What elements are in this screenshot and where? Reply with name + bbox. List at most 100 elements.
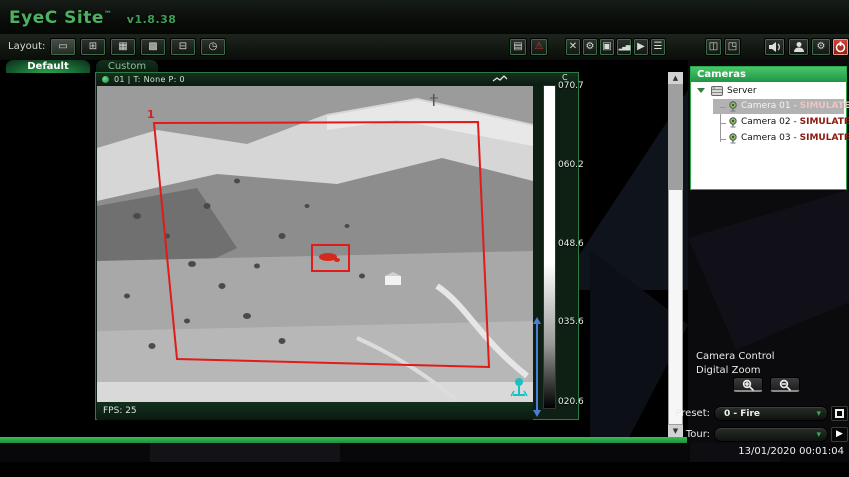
tree-item-camera-02[interactable]: Camera 02 - SIMULATE bbox=[691, 115, 846, 130]
vertical-scrollbar[interactable]: ▲ ▼ bbox=[668, 72, 683, 437]
camera-mode: SIMULATE bbox=[800, 133, 849, 143]
settings-button[interactable]: ⚙ bbox=[811, 38, 831, 56]
layout-sequence-button[interactable]: ◷ bbox=[200, 38, 226, 56]
app-name: EyeC Site bbox=[9, 8, 104, 28]
camera-tree: Server Camera 01 - SIMULATE bbox=[691, 82, 846, 189]
preset-label: Preset: bbox=[666, 408, 710, 419]
stream-status-icon bbox=[102, 76, 109, 83]
layout-4x4-icon: ▩ bbox=[148, 39, 157, 55]
temperature-range-indicator[interactable] bbox=[533, 317, 541, 417]
scale-tick: 048.6 bbox=[558, 239, 584, 249]
maximize-icon: ◳ bbox=[728, 39, 737, 55]
audio-button[interactable] bbox=[764, 38, 785, 56]
zoom-out-button[interactable] bbox=[770, 377, 800, 392]
alarm-icon: ⚠ bbox=[535, 39, 544, 55]
camera-name: Camera 03 - bbox=[741, 133, 800, 143]
tree-connector bbox=[720, 107, 726, 108]
thermal-image: 1 bbox=[97, 86, 533, 402]
preset-dropdown[interactable]: 0 - Fire ▾ bbox=[714, 406, 828, 421]
app-version: v1.8.38 bbox=[127, 13, 177, 26]
settings-tools-button[interactable]: ⚙ bbox=[582, 38, 598, 56]
digital-zoom-label: Digital Zoom bbox=[696, 365, 760, 376]
layout-2x2-button[interactable]: ⊞ bbox=[80, 38, 106, 56]
app-logo: EyeC Site™ v1.8.38 bbox=[9, 8, 176, 28]
tour-play-button[interactable]: ▶ bbox=[831, 427, 848, 442]
user-button[interactable] bbox=[788, 38, 809, 56]
tab-default-label: Default bbox=[27, 61, 69, 72]
camera-name: Camera 02 - bbox=[741, 117, 800, 127]
cameras-panel-title: Cameras bbox=[691, 67, 846, 82]
layout-custom-icon: ⊟ bbox=[179, 39, 187, 55]
video-wall-icon: ▶ bbox=[637, 39, 645, 55]
main-toolbar: Layout: ▭ ⊞ ▦ ▩ ⊟ ◷ ▤ ⚠ ✕ ⚙ ▣ ▂▄▆ ▶ ☰ ◫ … bbox=[0, 34, 849, 60]
speaker-icon bbox=[768, 41, 782, 53]
zoom-out-icon bbox=[779, 379, 792, 391]
application-window: EyeC Site™ v1.8.38 Layout: ▭ ⊞ ▦ ▩ ⊟ ◷ ▤… bbox=[0, 0, 849, 477]
video-status-text: 01 | T: None P: 0 bbox=[114, 75, 185, 84]
ptz-setup-icon: ✕ bbox=[569, 39, 577, 55]
power-icon bbox=[835, 41, 846, 53]
tree-connector bbox=[720, 139, 726, 140]
layout-4x4-button[interactable]: ▩ bbox=[140, 38, 166, 56]
thermal-video-view[interactable]: 1 bbox=[97, 86, 533, 402]
tree-item-camera-01[interactable]: Camera 01 - SIMULATE bbox=[691, 99, 846, 114]
gear-icon: ⚙ bbox=[586, 39, 595, 55]
split-view-button[interactable]: ◫ bbox=[705, 38, 722, 56]
scale-tick: 020.6 bbox=[558, 397, 584, 407]
server-label: Server bbox=[727, 84, 757, 99]
video-cell: 01 | T: None P: 0 bbox=[95, 72, 579, 420]
layout-3x3-button[interactable]: ▦ bbox=[110, 38, 136, 56]
tab-custom-label: Custom bbox=[108, 61, 146, 72]
tree-item-camera-03[interactable]: Camera 03 - SIMULATE bbox=[691, 131, 846, 146]
video-wall-button[interactable]: ▶ bbox=[633, 38, 649, 56]
fps-value: FPS: 25 bbox=[103, 406, 137, 416]
tree-connector bbox=[720, 123, 726, 124]
database-button[interactable]: ☰ bbox=[650, 38, 666, 56]
tour-dropdown[interactable]: ▾ bbox=[714, 427, 828, 442]
scale-tick: 070.7 bbox=[558, 81, 584, 91]
preset-stop-button[interactable] bbox=[831, 406, 848, 421]
chevron-down-icon: ▾ bbox=[816, 407, 821, 421]
trademark: ™ bbox=[104, 9, 113, 18]
zoom-in-button[interactable] bbox=[733, 377, 763, 392]
camera-name: Camera 01 - bbox=[741, 101, 800, 111]
recorder-button[interactable]: ▣ bbox=[599, 38, 615, 56]
gear-icon: ⚙ bbox=[817, 39, 826, 55]
clock-icon: ◷ bbox=[209, 39, 218, 55]
layout-2x2-icon: ⊞ bbox=[89, 39, 97, 55]
report-icon: ▤ bbox=[513, 39, 522, 55]
zone-number-label: 1 bbox=[147, 108, 155, 121]
layout-single-button[interactable]: ▭ bbox=[50, 38, 76, 56]
scale-tick: 035.6 bbox=[558, 317, 584, 327]
background-pattern bbox=[150, 443, 340, 462]
scroll-up-icon[interactable]: ▲ bbox=[668, 72, 683, 84]
ptz-setup-button[interactable]: ✕ bbox=[565, 38, 581, 56]
tree-item-server[interactable]: Server bbox=[691, 84, 846, 99]
database-icon: ☰ bbox=[654, 39, 663, 55]
camera-icon bbox=[728, 133, 738, 150]
layout-custom-button[interactable]: ⊟ bbox=[170, 38, 196, 56]
statistics-button[interactable]: ▂▄▆ bbox=[616, 38, 632, 56]
fps-bar: FPS: 25 bbox=[97, 402, 533, 420]
video-header: 01 | T: None P: 0 bbox=[96, 73, 578, 86]
datetime-display: 13/01/2020 00:01:04 bbox=[738, 446, 844, 457]
maximize-button[interactable]: ◳ bbox=[724, 38, 741, 56]
status-bar: 13/01/2020 00:01:04 bbox=[0, 443, 849, 462]
pan-zoom-icon[interactable] bbox=[492, 74, 508, 85]
collapse-icon[interactable] bbox=[697, 88, 705, 93]
title-bar: EyeC Site™ v1.8.38 bbox=[0, 0, 849, 34]
scrollbar-thumb[interactable] bbox=[669, 190, 682, 424]
tab-default[interactable]: Default bbox=[6, 60, 90, 73]
layout-3x3-icon: ▦ bbox=[118, 39, 127, 55]
recorder-icon: ▣ bbox=[602, 39, 611, 55]
report-button[interactable]: ▤ bbox=[509, 38, 527, 56]
user-icon bbox=[793, 41, 805, 53]
power-button[interactable] bbox=[832, 38, 849, 56]
camera-mode: SIMULATE bbox=[800, 101, 849, 111]
right-panel: Cameras Server bbox=[688, 60, 849, 443]
alarm-button[interactable]: ⚠ bbox=[530, 38, 548, 56]
scale-tick: 060.2 bbox=[558, 160, 584, 170]
camera-mode: SIMULATE bbox=[800, 117, 849, 127]
temperature-scale-bar bbox=[543, 85, 556, 409]
layout-single-icon: ▭ bbox=[58, 39, 67, 55]
